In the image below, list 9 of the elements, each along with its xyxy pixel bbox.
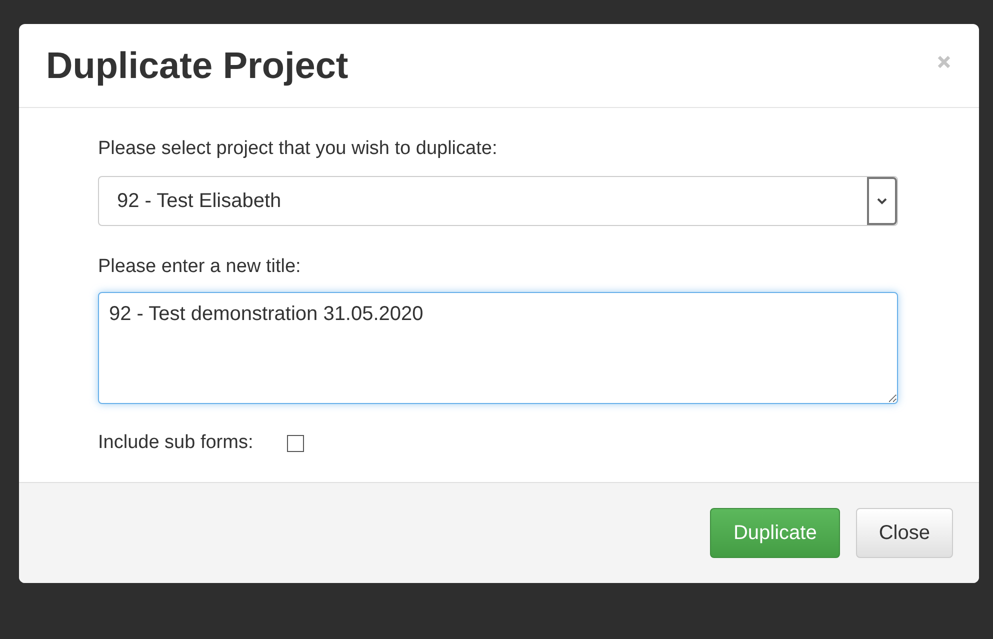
dialog-title: Duplicate Project (46, 44, 348, 86)
project-label: Please select project that you wish to duplicate: (98, 138, 498, 160)
sub-forms-label: Include sub forms: (98, 432, 254, 454)
chevron-down-icon (877, 198, 887, 204)
title-label: Please enter a new title: (98, 256, 302, 278)
project-dropdown[interactable]: 92 - Test Elisabeth (98, 176, 898, 226)
title-field[interactable]: 92 - Test demonstration 31.05.2020 (98, 292, 898, 404)
close-button[interactable]: Close (856, 508, 953, 558)
sub-forms-checkbox[interactable] (287, 434, 304, 452)
